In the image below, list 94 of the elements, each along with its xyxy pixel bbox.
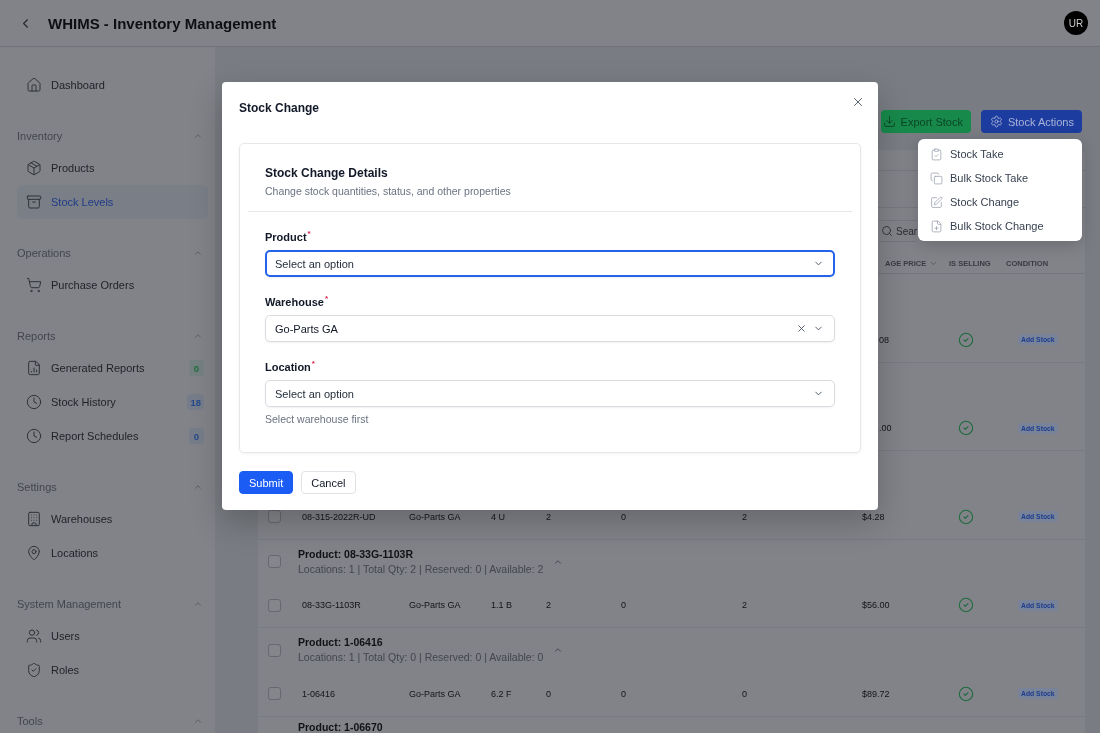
users-icon (26, 628, 42, 644)
count-badge: 0 (189, 360, 204, 376)
table-cell: 2 (546, 511, 551, 522)
group-title: Product: 1-06670 (298, 720, 383, 733)
nav-item[interactable]: Roles (17, 653, 208, 687)
cancel-button[interactable]: Cancel (301, 471, 356, 494)
section-header[interactable]: Reports (17, 326, 208, 346)
table-cell: 2 (742, 600, 747, 611)
house-icon (26, 77, 42, 93)
pencil-square-icon (930, 195, 943, 209)
chevron-up-icon[interactable] (553, 645, 564, 655)
settings-icon (989, 115, 1003, 128)
nav-item[interactable]: Dashboard (17, 68, 208, 102)
section-title: Stock Change Details (265, 166, 389, 181)
section-header[interactable]: Settings (17, 477, 208, 497)
table-cell: 2 (742, 511, 747, 522)
table-cell: 0 (742, 688, 747, 699)
section-header[interactable]: Tools (17, 711, 208, 731)
archive-icon (26, 194, 42, 210)
table-cell: Go-Parts GA (409, 600, 461, 611)
table-cell: 0 (621, 511, 626, 522)
field-label: Product$^{*}$ (265, 230, 311, 244)
section-header[interactable]: System Management (17, 594, 208, 614)
clipboard-check-icon (930, 147, 943, 161)
table-cell: Go-Parts GA (409, 688, 461, 699)
cart-icon (26, 277, 42, 293)
table-cell: $89.72 (862, 688, 890, 699)
search-icon (881, 225, 893, 237)
menu-item[interactable]: Bulk Stock Take (918, 166, 1082, 190)
x-icon[interactable] (796, 323, 807, 334)
table-cell: Go-Parts GA (409, 511, 461, 522)
group-title: Product: 1-06416 (298, 636, 384, 648)
table-cell: $4.28 (862, 511, 885, 522)
section-subtitle: Change stock quantities, status, and other properties (265, 185, 512, 198)
select-field[interactable]: Go-Parts GA (265, 315, 835, 342)
table-cell: $56.00 (862, 600, 890, 611)
dialog-title: Stock Change (239, 101, 319, 115)
table-cell: 2 (546, 600, 551, 611)
field-label: Warehouse$^{*}$ (265, 295, 328, 309)
nav-item[interactable]: Stock Levels (17, 185, 208, 219)
table-cell: 4 U (491, 511, 505, 522)
nav-item[interactable]: Users (17, 619, 208, 653)
table-cell: 0 (621, 600, 626, 611)
nav-item[interactable]: Stock History 18 (17, 385, 208, 419)
nav-item[interactable]: Purchase Orders (17, 268, 208, 302)
file-plus-icon (930, 219, 943, 233)
table-cell: 1.1 B (491, 600, 512, 611)
table-cell: 08-315-2022R-UD (302, 511, 376, 522)
nav-item[interactable]: Products (17, 151, 208, 185)
table-cell: 0 (621, 688, 626, 699)
building-icon (26, 511, 42, 527)
count-badge: 18 (187, 394, 204, 410)
row-checkbox[interactable] (268, 510, 281, 524)
field-hint: Select warehouse first (265, 413, 369, 426)
export-button[interactable]: Export Stock (880, 110, 971, 133)
clock-icon (26, 428, 42, 444)
map-pin-icon (26, 545, 42, 561)
menu-item[interactable]: Stock Change (918, 190, 1082, 214)
table-cell: 6.2 F (491, 688, 512, 699)
table-cell: 08-33G-1103R (302, 600, 361, 611)
table-cell: 0 (546, 688, 551, 699)
section-header[interactable]: Inventory (17, 126, 208, 146)
group-title: Product: 08-33G-1103R (298, 547, 414, 560)
nav-item[interactable]: Report Schedules 0 (17, 419, 208, 453)
section-header[interactable]: Operations (17, 243, 208, 263)
row-checkbox[interactable] (268, 643, 281, 657)
menu-item[interactable]: Bulk Stock Change (918, 214, 1082, 238)
file-chart-icon (26, 360, 42, 376)
row-checkbox[interactable] (268, 598, 281, 612)
shield-check-icon (26, 662, 42, 678)
download-icon (882, 115, 896, 128)
select-field[interactable]: Select an option (265, 380, 835, 407)
nav-item[interactable]: Generated Reports 0 (17, 351, 208, 385)
app-title: WHIMS - Inventory Management (48, 14, 277, 32)
group-summary: Locations: 1 | Total Qty: 2 | Reserved: 0 | Available: 2 (298, 562, 544, 576)
clock-icon (26, 394, 42, 410)
table-cell: 1-06416 (302, 688, 336, 699)
row-checkbox[interactable] (268, 555, 281, 569)
copy-icon (930, 171, 943, 185)
search-field[interactable]: Sear (879, 220, 917, 242)
select-field[interactable]: Select an option (265, 250, 835, 277)
box-icon (26, 160, 42, 176)
menu-item[interactable]: Stock Take (918, 142, 1082, 166)
close-icon[interactable] (851, 95, 865, 109)
user-avatar[interactable]: UR (1064, 11, 1088, 35)
count-badge: 0 (189, 428, 204, 444)
table-cell: 08 (879, 334, 889, 345)
nav-item[interactable]: Locations (17, 536, 208, 570)
submit-button[interactable]: Submit (239, 471, 294, 494)
row-checkbox[interactable] (268, 687, 281, 701)
table-cell: .00 (879, 423, 892, 434)
nav-item[interactable]: Warehouses (17, 502, 208, 536)
menu-button[interactable]: Stock Actions (980, 110, 1082, 133)
field-label: Location$^{*}$ (265, 360, 315, 374)
